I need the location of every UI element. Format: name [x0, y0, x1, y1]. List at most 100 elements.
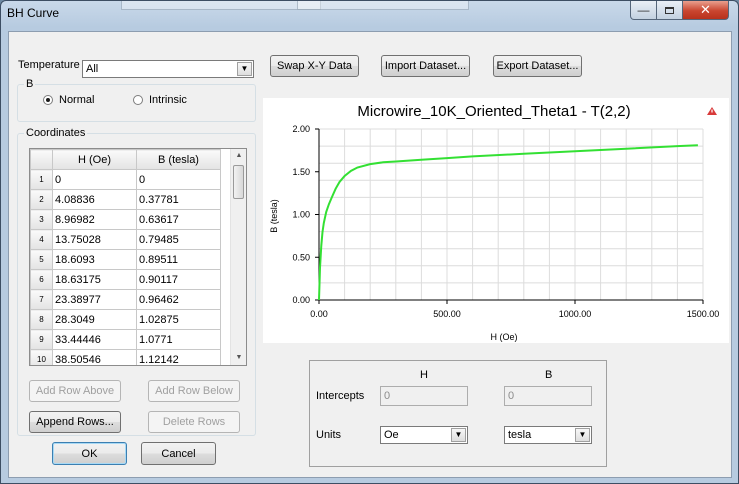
chevron-down-icon: ▼	[237, 62, 252, 76]
b-cell[interactable]: 1.12142	[136, 349, 221, 365]
row-header[interactable]: 6	[30, 269, 53, 290]
row-header[interactable]: 5	[30, 249, 53, 270]
x-axis-label: H (Oe)	[491, 332, 518, 342]
chart-title: Microwire_10K_Oriented_Theta1 - T(2,2)	[357, 103, 630, 120]
b-group-title: B	[24, 78, 36, 90]
radio-normal[interactable]: Normal	[43, 94, 94, 106]
b-cell[interactable]: 0.96462	[136, 289, 221, 310]
warning-icon	[707, 107, 717, 115]
maximize-icon	[665, 6, 674, 14]
intercepts-panel: H B Intercepts 0 0 Units Oe ▼ tesla ▼	[309, 360, 607, 467]
bh-chart-svg: Microwire_10K_Oriented_Theta1 - T(2,2) 0…	[269, 103, 720, 342]
export-dataset-button[interactable]: Export Dataset...	[493, 55, 582, 77]
row-header[interactable]: 8	[30, 309, 53, 330]
h-cell[interactable]: 38.50546	[52, 349, 137, 365]
row-header[interactable]: 10	[30, 349, 53, 365]
h-cell[interactable]: 4.08836	[52, 189, 137, 210]
scroll-down-icon[interactable]: ▼	[231, 351, 246, 365]
b-cell[interactable]: 1.0771	[136, 329, 221, 350]
b-cell[interactable]: 0.79485	[136, 229, 221, 250]
y-tick-label: 0.00	[292, 295, 310, 305]
intercepts-label: Intercepts	[316, 390, 365, 402]
b-group: B Normal Intrinsic	[17, 78, 256, 122]
column-header-h[interactable]: H (Oe)	[52, 149, 137, 170]
units-label: Units	[316, 429, 342, 441]
h-cell[interactable]: 18.63175	[52, 269, 137, 290]
table-row[interactable]: 4 13.75028 0.79485	[30, 229, 221, 250]
h-cell[interactable]: 13.75028	[52, 229, 137, 250]
row-header[interactable]: 1	[30, 169, 53, 190]
b-units-select[interactable]: tesla ▼	[504, 426, 592, 444]
scroll-thumb[interactable]	[233, 165, 244, 199]
add-row-below-button[interactable]: Add Row Below	[148, 380, 240, 402]
h-cell[interactable]: 23.38977	[52, 289, 137, 310]
radio-intrinsic-dot	[133, 95, 143, 105]
ok-button[interactable]: OK	[52, 442, 127, 465]
radio-normal-dot	[43, 95, 53, 105]
row-header[interactable]: 7	[30, 289, 53, 310]
minimize-button[interactable]: —	[630, 1, 657, 20]
bh-chart[interactable]: Microwire_10K_Oriented_Theta1 - T(2,2) 0…	[263, 98, 729, 343]
h-cell[interactable]: 8.96982	[52, 209, 137, 230]
append-rows-button[interactable]: Append Rows...	[29, 411, 121, 433]
table-row[interactable]: 100	[30, 169, 221, 190]
series-line-0	[318, 144, 698, 301]
cancel-button[interactable]: Cancel	[141, 442, 216, 465]
close-button[interactable]: ✕	[682, 1, 729, 20]
coordinates-table[interactable]: H (Oe) B (tesla) 1 0 0 2 4.08836 0.37781 3 8.96…	[29, 148, 247, 366]
b-cell[interactable]: 0.63617	[136, 209, 221, 230]
window-title: BH Curve	[7, 6, 60, 20]
table-scrollbar[interactable]: ▲ ▼	[230, 149, 246, 365]
x-tick-label: 1500.00	[687, 309, 720, 319]
title-bar[interactable]: BH Curve — ✕	[1, 1, 738, 27]
chevron-down-icon: ▼	[575, 428, 590, 442]
h-cell[interactable]: 0	[52, 169, 137, 190]
close-icon: ✕	[700, 2, 711, 17]
import-dataset-button[interactable]: Import Dataset...	[381, 55, 470, 77]
row-header[interactable]: 3	[30, 209, 53, 230]
h-cell[interactable]: 28.3049	[52, 309, 137, 330]
radio-normal-label: Normal	[59, 94, 95, 106]
table-row[interactable]: 8 28.3049 1.02875	[30, 309, 221, 330]
table-row[interactable]: 9 33.44446 1.0771	[30, 329, 221, 350]
maximize-button[interactable]	[656, 1, 683, 20]
radio-intrinsic[interactable]: Intrinsic	[133, 94, 187, 106]
table-row[interactable]: 6 18.63175 0.90117	[30, 269, 221, 290]
background-window-ghost	[297, 1, 469, 10]
table-row[interactable]: 10 38.50546 1.12142	[30, 349, 221, 365]
background-window-ghost	[121, 1, 321, 10]
minimize-icon: —	[637, 3, 650, 17]
scroll-up-icon[interactable]: ▲	[231, 149, 246, 163]
table-row[interactable]: 3 8.96982 0.63617	[30, 209, 221, 230]
h-cell[interactable]: 18.6093	[52, 249, 137, 270]
y-tick-label: 1.50	[292, 167, 310, 177]
b-cell[interactable]: 1.02875	[136, 309, 221, 330]
b-cell[interactable]: 0	[136, 169, 221, 190]
b-cell[interactable]: 0.89511	[136, 249, 221, 270]
temperature-label: Temperature	[18, 59, 80, 71]
intercepts-col-b: B	[545, 369, 553, 381]
temperature-value: All	[86, 63, 99, 75]
column-header-b[interactable]: B (tesla)	[136, 149, 221, 170]
h-intercept-field[interactable]: 0	[380, 386, 468, 406]
swap-xy-button[interactable]: Swap X-Y Data	[270, 55, 359, 77]
b-intercept-field[interactable]: 0	[504, 386, 592, 406]
coordinates-title: Coordinates	[24, 127, 88, 139]
y-tick-label: 0.50	[292, 252, 310, 262]
dialog-client-area: Temperature All ▼ B Normal Intrinsic Coo…	[8, 31, 732, 478]
chevron-down-icon: ▼	[451, 428, 466, 442]
table-row[interactable]: 2 4.08836 0.37781	[30, 189, 221, 210]
table-row[interactable]: 5 18.6093 0.89511	[30, 249, 221, 270]
h-units-select[interactable]: Oe ▼	[380, 426, 468, 444]
b-cell[interactable]: 0.90117	[136, 269, 221, 290]
row-header[interactable]: 4	[30, 229, 53, 250]
h-cell[interactable]: 33.44446	[52, 329, 137, 350]
row-header[interactable]: 2	[30, 189, 53, 210]
b-cell[interactable]: 0.37781	[136, 189, 221, 210]
table-row[interactable]: 7 23.38977 0.96462	[30, 289, 221, 310]
y-tick-label: 1.00	[292, 210, 310, 220]
delete-rows-button[interactable]: Delete Rows	[148, 411, 240, 433]
temperature-select[interactable]: All ▼	[82, 60, 254, 78]
add-row-above-button[interactable]: Add Row Above	[29, 380, 121, 402]
row-header[interactable]: 9	[30, 329, 53, 350]
